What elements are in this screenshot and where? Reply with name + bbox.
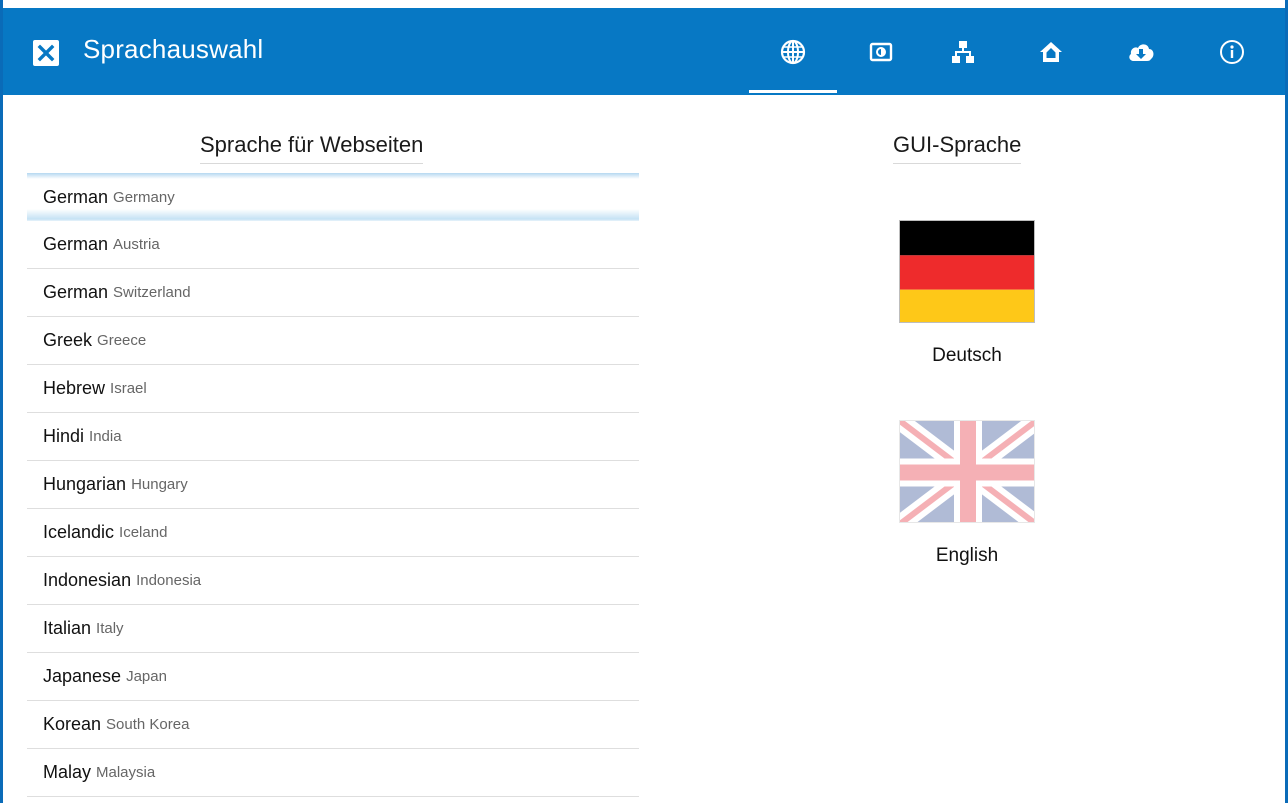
language-name: Italian [43, 618, 92, 638]
info-icon [1220, 40, 1244, 64]
germany-flag-icon [899, 220, 1035, 323]
list-item[interactable]: German Austria [27, 221, 639, 269]
active-tab-indicator [749, 90, 837, 93]
language-name: Hebrew [43, 378, 106, 398]
list-item[interactable]: Italian Italy [27, 605, 639, 653]
list-item[interactable]: Greek Greece [27, 317, 639, 365]
language-name: Hungarian [43, 474, 127, 494]
globe-icon [780, 39, 806, 65]
list-item[interactable]: Indonesian Indonesia [27, 557, 639, 605]
language-region: South Korea [106, 716, 190, 733]
language-dialog: Sprachauswahl Sprache für Webseiten Germ… [0, 0, 1288, 803]
language-region: Germany [113, 188, 175, 206]
cloud-download-icon [1129, 44, 1154, 61]
list-item[interactable]: Icelandic Iceland [27, 509, 639, 557]
tab-web-language[interactable] [775, 34, 811, 70]
list-item[interactable]: German Germany [27, 173, 639, 221]
language-region: Greece [97, 332, 147, 349]
language-region: Malaysia [96, 764, 156, 781]
gui-language-option-english[interactable]: English [899, 420, 1035, 567]
home-icon [1040, 42, 1062, 62]
language-name: German [43, 234, 109, 254]
gui-language-title: GUI-Sprache [893, 132, 1022, 164]
list-item[interactable]: Hindi India [27, 413, 639, 461]
tab-home[interactable] [1033, 34, 1069, 70]
top-strip [3, 0, 1285, 8]
language-name: Japanese [43, 666, 122, 686]
language-name: Indonesian [43, 570, 132, 590]
language-region: Iceland [119, 524, 168, 541]
close-icon [37, 44, 55, 62]
language-name: German [43, 186, 109, 207]
header-bar: Sprachauswahl [3, 0, 1285, 95]
list-item[interactable]: German Switzerland [27, 269, 639, 317]
gui-language-label: Deutsch [932, 345, 1002, 366]
gui-language-label: English [935, 545, 999, 566]
tab-cloud-download[interactable] [1123, 34, 1159, 70]
language-region: Switzerland [113, 284, 191, 301]
uk-flag-icon [899, 420, 1035, 523]
language-region: Austria [113, 236, 160, 253]
display-icon [869, 42, 893, 62]
language-region: India [89, 428, 122, 445]
language-region: Indonesia [136, 572, 202, 589]
language-name: German [43, 282, 109, 302]
language-name: Korean [43, 714, 102, 734]
language-name: Icelandic [43, 522, 115, 542]
list-item[interactable]: Malay Malaysia [27, 749, 639, 797]
tab-display[interactable] [863, 34, 899, 70]
list-item[interactable]: Japanese Japan [27, 653, 639, 701]
dialog-title: Sprachauswahl [83, 34, 264, 64]
network-icon [952, 41, 974, 63]
language-name: Malay [43, 762, 92, 782]
web-language-title: Sprache für Webseiten [200, 132, 424, 164]
tab-info[interactable] [1214, 34, 1250, 70]
language-name: Greek [43, 330, 93, 350]
tab-network[interactable] [945, 34, 981, 70]
web-language-list: German Germany German Austria German Swi… [27, 173, 639, 797]
close-button[interactable] [33, 40, 59, 66]
language-name: Hindi [43, 426, 85, 446]
language-region: Israel [110, 380, 147, 397]
language-region: Hungary [131, 476, 188, 493]
language-region: Italy [96, 620, 124, 637]
gui-language-option-deutsch[interactable]: Deutsch [899, 220, 1035, 367]
language-region: Japan [126, 668, 167, 685]
list-item[interactable]: Korean South Korea [27, 701, 639, 749]
list-item[interactable]: Hungarian Hungary [27, 461, 639, 509]
list-item[interactable]: Hebrew Israel [27, 365, 639, 413]
